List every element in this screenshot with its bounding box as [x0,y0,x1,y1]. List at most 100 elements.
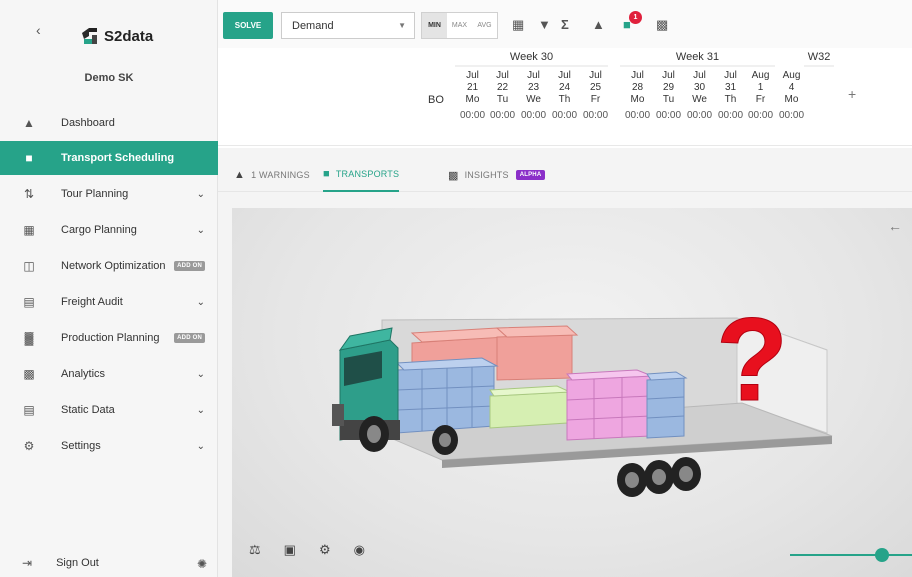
chevron-down-icon: ⌄ [196,404,205,416]
calendar-day-column[interactable]: Jul 24 Th 00:00 [550,70,579,122]
calendar-day-column[interactable]: Aug 4 Mo 00:00 [777,70,806,122]
week-32-header: W32 [804,51,834,67]
zoom-slider-handle[interactable] [875,548,889,562]
sidebar-item-label: Tour Planning [61,188,129,200]
alpha-badge: ALPHA [515,170,546,180]
route-icon: ⇅ [23,187,35,201]
sidebar-item-cargo-planning[interactable]: ▦ Cargo Planning ⌄ [0,213,218,247]
calendar-day-month: Jul [662,70,675,81]
agg-avg-button[interactable]: AVG [472,13,497,38]
chevron-down-icon: ⌄ [196,440,205,452]
sidebar-item-analytics[interactable]: ▩ Analytics ⌄ [0,357,218,391]
calendar-day-weekday: Fr [755,94,766,105]
sidebar: ‹ S2data Demo SK ▲ Dashboard ■ Transport… [0,0,218,577]
calendar-day-date: 30 [693,82,706,93]
calendar-day-date: 23 [527,82,540,93]
calendar-day-month: Jul [558,70,571,81]
demand-select[interactable]: Demand ▼ [281,12,415,39]
calendar-day-date: 25 [589,82,602,93]
cargo-green-boxes [489,385,571,429]
solve-button[interactable]: SOLVE [223,12,273,39]
tab-warnings[interactable]: ▲ 1 WARNINGS [234,158,310,192]
sidebar-item-settings[interactable]: ⚙ Settings ⌄ [0,429,218,463]
calendar-day-column[interactable]: Jul 21 Mo 00:00 [458,70,487,122]
truck-icon: ■ [323,168,330,180]
truck-3d-viewport[interactable]: ← ? ⚖ ▣ ⚙ ◉ [232,208,912,577]
calendar-day-date: 31 [724,82,737,93]
truck-scene: ? [332,294,833,497]
sign-out-label: Sign Out [56,557,99,569]
add-day-button[interactable]: + [848,86,856,102]
calendar-day-weekday: Mo [630,94,645,105]
sum-icon[interactable]: Σ [561,17,569,32]
addon-badge: ADD ON [174,333,205,343]
calendar-day-time: 00:00 [551,110,578,121]
sidebar-item-transport-scheduling[interactable]: ■ Transport Scheduling [0,141,218,175]
divider [218,145,912,146]
calendar-day-column[interactable]: Jul 30 We 00:00 [685,70,714,122]
tab-transports[interactable]: ■ TRANSPORTS [323,158,400,192]
logo-text: S2data [104,27,154,45]
calendar-day-date: 29 [662,82,675,93]
cargo-blue-boxes-right [646,371,688,439]
question-mark-overlay: ? [716,294,788,426]
calendar-day-column[interactable]: Jul 23 We 00:00 [519,70,548,122]
bug-report-icon[interactable]: ✺ [197,557,207,571]
addon-badge: ADD ON [174,261,205,271]
chart-icon[interactable]: ▩ [656,17,668,33]
calendar-day-column[interactable]: Jul 28 Mo 00:00 [623,70,652,122]
calendar-day-date: 24 [558,82,571,93]
sidebar-item-static-data[interactable]: ▤ Static Data ⌄ [0,393,218,427]
calendar-day-column[interactable]: Jul 29 Tu 00:00 [654,70,683,122]
calendar-day-date: 28 [631,82,644,93]
row-label: BO [428,94,444,106]
agg-max-button[interactable]: MAX [447,13,472,38]
sidebar-item-tour-planning[interactable]: ⇅ Tour Planning ⌄ [0,177,218,211]
calendar-day-month: Jul [589,70,602,81]
filter-icon[interactable]: ▼ [538,17,551,32]
calendar-day-column[interactable]: Jul 31 Th 00:00 [716,70,745,122]
sidebar-item-label: Cargo Planning [61,224,137,236]
sidebar-item-freight-audit[interactable]: ▤ Freight Audit ⌄ [0,285,218,319]
tab-bar: ▲ 1 WARNINGS ■ TRANSPORTS ▩ INSIGHTS ALP… [218,158,912,192]
calendar-day-column[interactable]: Jul 25 Fr 00:00 [581,70,610,122]
gear-icon[interactable]: ⚙ [319,542,331,558]
calendar-day-date: 21 [466,82,479,93]
sidebar-item-dashboard[interactable]: ▲ Dashboard [0,106,218,140]
calendar-day-weekday: Fr [590,94,601,105]
sidebar-item-label: Network Optimization [61,260,166,272]
calendar-day-date: 22 [496,82,509,93]
home-icon: ▲ [23,116,35,130]
collapse-sidebar-icon[interactable]: ‹ [36,22,41,38]
factory-icon: ▓ [24,331,34,345]
zoom-slider-track[interactable] [790,554,912,556]
calendar-day-weekday: Mo [784,94,799,105]
tab-insights[interactable]: ▩ INSIGHTS ALPHA [448,158,546,192]
palette-icon[interactable]: ◉ [354,542,365,558]
agg-min-button[interactable]: MIN [422,13,447,38]
calendar-icon[interactable]: ▦ [512,17,524,33]
calendar-day-time: 00:00 [489,110,516,121]
network-icon: ◫ [23,259,35,273]
sidebar-item-label: Analytics [61,368,106,380]
calendar-day-time: 00:00 [459,110,486,121]
calendar-day-weekday: Mo [465,94,480,105]
calendar-day-time: 00:00 [686,110,713,121]
scale-icon[interactable]: ⚖ [249,542,261,558]
sign-out-icon: ⇥ [22,556,33,570]
calendar-day-month: Aug [782,70,801,81]
calendar-day-month: Jul [527,70,540,81]
viewport-toolbar: ⚖ ▣ ⚙ ◉ [249,542,365,558]
vehicle-icon[interactable]: ▣ [284,542,296,558]
tab-label: INSIGHTS [464,170,509,180]
calendar-day-column[interactable]: Aug 1 Fr 00:00 [746,70,775,122]
truck-icon[interactable]: ■ [623,17,631,32]
sidebar-item-production-planning[interactable]: ▓ Production Planning ADD ON [0,321,218,355]
warning-icon[interactable]: ▲ [592,17,605,32]
calendar-day-time: 00:00 [747,110,774,121]
database-icon: ▤ [23,403,35,417]
sign-out-button[interactable]: ⇥ Sign Out [22,556,99,570]
calendar-day-date: 1 [757,82,764,93]
calendar-day-column[interactable]: Jul 22 Tu 00:00 [488,70,517,122]
sidebar-item-network-optimization[interactable]: ◫ Network Optimization ADD ON [0,249,218,283]
